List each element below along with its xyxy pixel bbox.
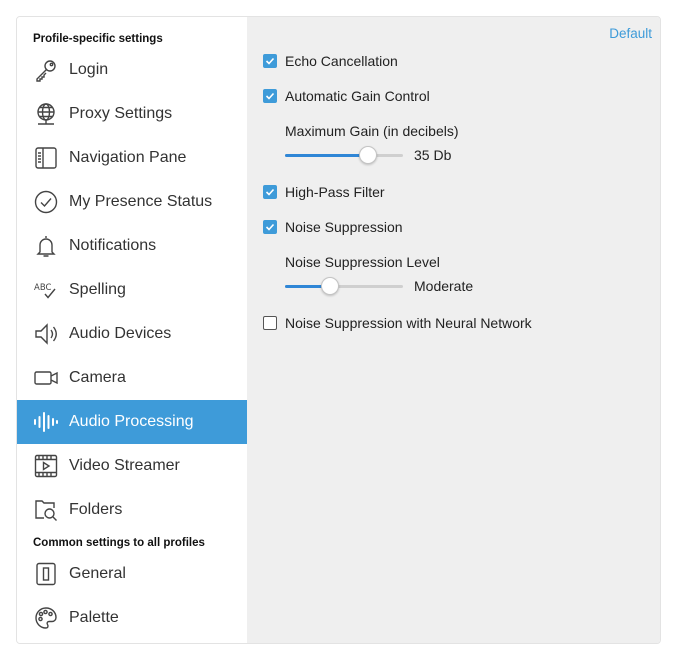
checkbox-checked[interactable] [263, 220, 277, 234]
sidebar-item-notifications[interactable]: Notifications [17, 224, 247, 268]
sidebar-item-label: Folders [69, 501, 123, 518]
neural-noise-suppression-checkbox[interactable]: Noise Suppression with Neural Network [263, 315, 532, 331]
noise-suppression-label: Noise Suppression [285, 219, 403, 235]
sidebar-item-label: Proxy Settings [69, 105, 173, 122]
sidebar-item-label: Video Streamer [69, 457, 180, 474]
sidebar-item-palette[interactable]: Palette [17, 596, 247, 640]
noise-suppression-checkbox[interactable]: Noise Suppression [263, 219, 403, 235]
profile-settings-header: Profile-specific settings [33, 33, 163, 45]
general-device-icon [33, 561, 59, 587]
sidebar-item-label: Camera [69, 369, 126, 386]
sidebar-item-audio-devices[interactable]: Audio Devices [17, 312, 247, 356]
slider-thumb[interactable] [358, 146, 377, 164]
palette-icon [33, 605, 59, 631]
sidebar-item-audio-processing[interactable]: Audio Processing [17, 400, 247, 444]
automatic-gain-control-label: Automatic Gain Control [285, 88, 430, 104]
sidebar-item-label: Spelling [69, 281, 126, 298]
audio-waveform-icon [33, 409, 59, 435]
common-settings-header: Common settings to all profiles [33, 537, 205, 549]
slider-thumb[interactable] [320, 277, 339, 295]
sidebar-item-label: Navigation Pane [69, 149, 187, 166]
default-link[interactable]: Default [609, 26, 652, 41]
sidebar-item-folders[interactable]: Folders [17, 488, 247, 532]
checkbox-checked[interactable] [263, 185, 277, 199]
navigation-pane-icon [33, 145, 59, 171]
maximum-gain-label: Maximum Gain (in decibels) [285, 123, 459, 139]
automatic-gain-control-checkbox[interactable]: Automatic Gain Control [263, 88, 430, 104]
video-play-icon [33, 453, 59, 479]
sidebar-item-my-presence-status[interactable]: My Presence Status [17, 180, 247, 224]
noise-suppression-level-slider[interactable] [285, 276, 403, 296]
camera-icon [33, 365, 59, 391]
sidebar-item-proxy-settings[interactable]: Proxy Settings [17, 92, 247, 136]
key-icon [33, 57, 59, 83]
spelling-icon: ABC [33, 277, 59, 303]
sidebar-item-navigation-pane[interactable]: Navigation Pane [17, 136, 247, 180]
audio-processing-panel: Default Echo Cancellation Automatic Gain… [247, 17, 660, 643]
sidebar-item-label: My Presence Status [69, 193, 213, 210]
sidebar-item-camera[interactable]: Camera [17, 356, 247, 400]
speaker-icon [33, 321, 59, 347]
high-pass-filter-checkbox[interactable]: High-Pass Filter [263, 184, 385, 200]
sidebar-item-login[interactable]: Login [17, 48, 247, 92]
bell-icon [33, 233, 59, 259]
neural-noise-suppression-label: Noise Suppression with Neural Network [285, 315, 532, 331]
settings-window: Profile-specific settings Login Proxy Se… [16, 16, 661, 644]
checkbox-checked[interactable] [263, 54, 277, 68]
checkbox-checked[interactable] [263, 89, 277, 103]
checkbox-unchecked[interactable] [263, 316, 277, 330]
folder-search-icon [33, 497, 59, 523]
sidebar-item-general[interactable]: General [17, 552, 247, 596]
sidebar-item-label: General [69, 565, 126, 582]
slider-fill [285, 154, 368, 157]
sidebar-item-video-streamer[interactable]: Video Streamer [17, 444, 247, 488]
maximum-gain-value: 35 Db [414, 147, 452, 163]
noise-suppression-level-label: Noise Suppression Level [285, 254, 440, 270]
sidebar-item-label: Palette [69, 609, 119, 626]
globe-network-icon [33, 101, 59, 127]
echo-cancellation-label: Echo Cancellation [285, 53, 398, 69]
echo-cancellation-checkbox[interactable]: Echo Cancellation [263, 53, 398, 69]
sidebar: Profile-specific settings Login Proxy Se… [17, 17, 247, 643]
high-pass-filter-label: High-Pass Filter [285, 184, 385, 200]
sidebar-item-label: Login [69, 61, 109, 78]
checkmark-circle-icon [33, 189, 59, 215]
maximum-gain-slider[interactable] [285, 145, 403, 165]
sidebar-item-label: Notifications [69, 237, 157, 254]
sidebar-item-label: Audio Devices [69, 325, 172, 342]
sidebar-item-spelling[interactable]: ABC Spelling [17, 268, 247, 312]
noise-suppression-level-value: Moderate [414, 278, 474, 294]
svg-text:ABC: ABC [34, 283, 51, 293]
sidebar-item-label: Audio Processing [69, 413, 194, 430]
